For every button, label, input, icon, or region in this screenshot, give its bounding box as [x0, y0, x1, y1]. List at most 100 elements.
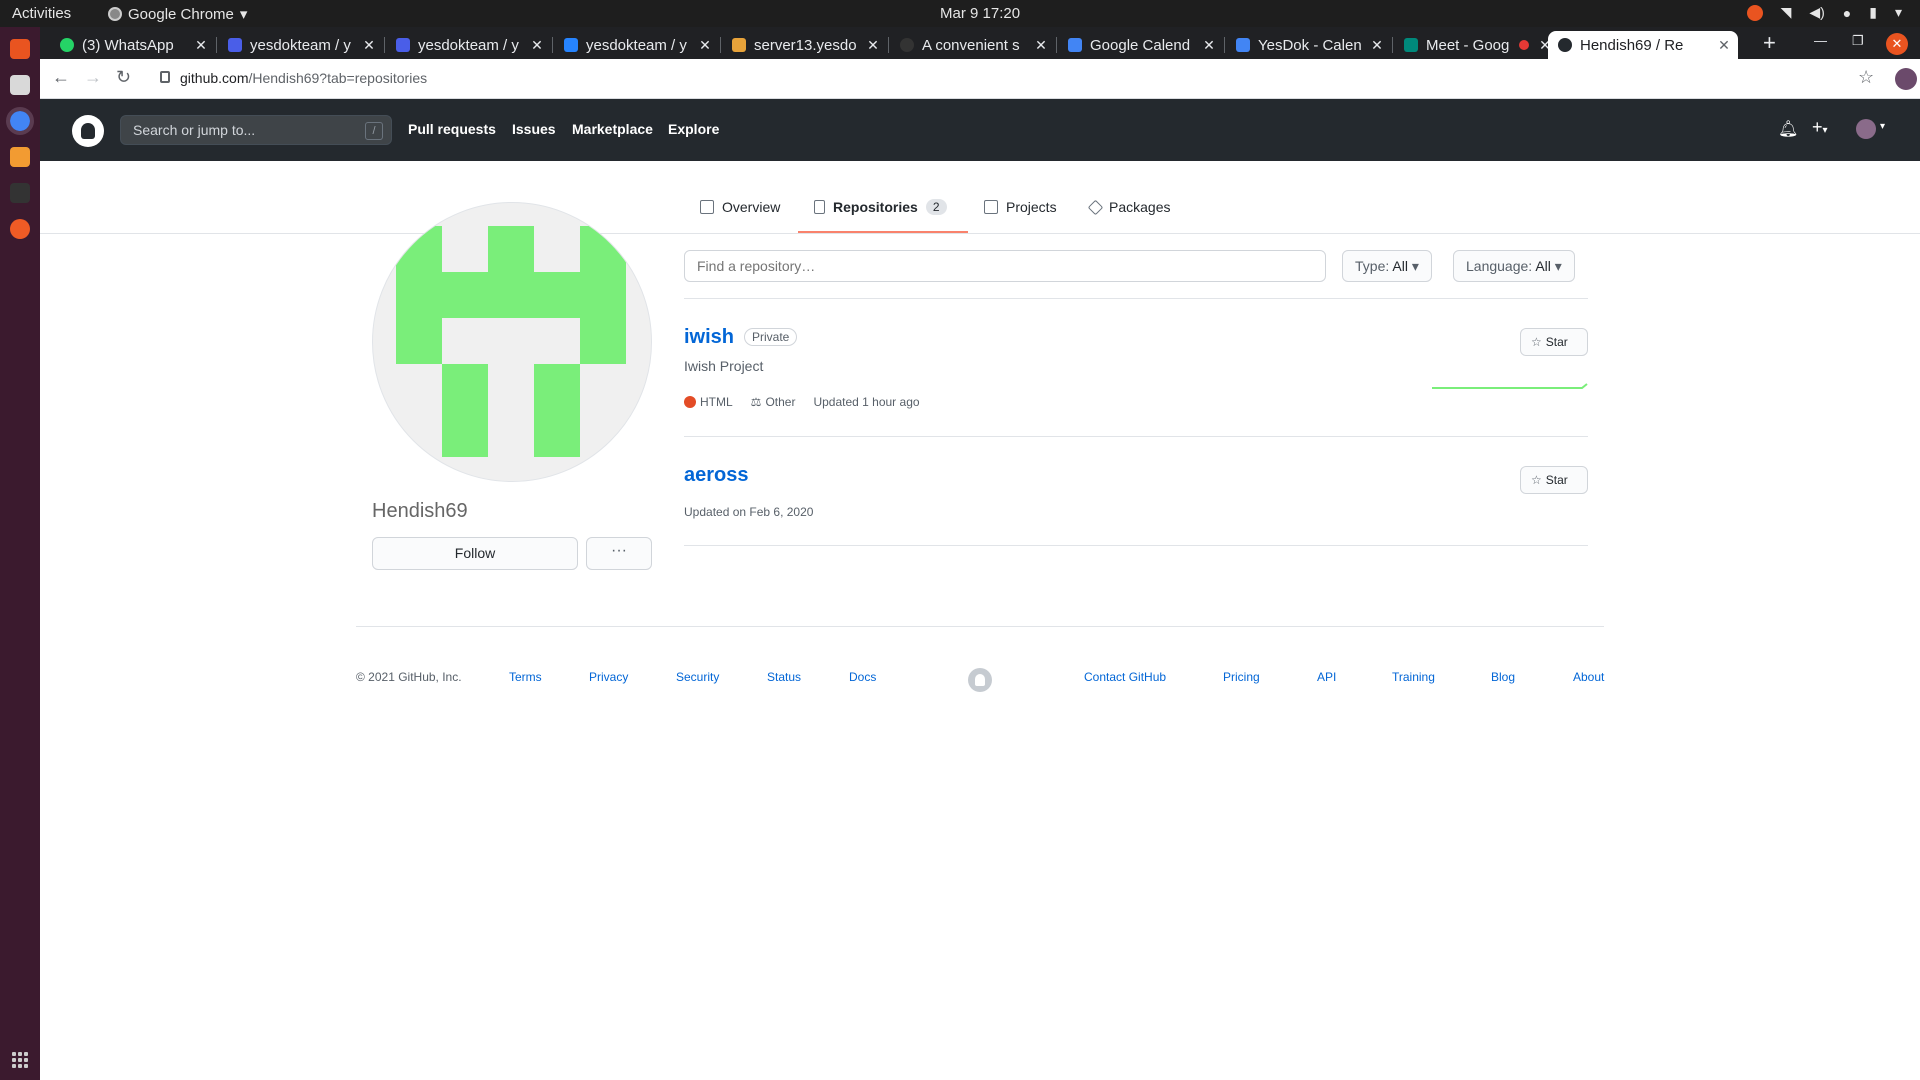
power-menu-icon[interactable]: ▾ [1895, 4, 1902, 21]
browser-tab[interactable]: (3) WhatsApp ✕ [50, 31, 215, 59]
footer-link-about[interactable]: About [1573, 670, 1604, 684]
browser-tab[interactable]: Google Calend ✕ [1058, 31, 1223, 59]
language-filter-dropdown[interactable]: Language: All ▾ [1453, 250, 1575, 282]
nav-marketplace[interactable]: Marketplace [572, 121, 653, 137]
postman-icon[interactable] [10, 219, 30, 239]
caret-down-icon: ▾ [1554, 258, 1562, 274]
browser-tab[interactable]: Meet - Goog ✕ [1394, 31, 1559, 59]
tab-label: Repositories [833, 199, 918, 215]
star-button[interactable]: ☆ Star [1520, 466, 1588, 494]
close-tab-icon[interactable]: ✕ [529, 37, 545, 54]
back-button[interactable]: ← [52, 67, 70, 88]
footer-link-api[interactable]: API [1317, 670, 1336, 684]
browser-tab[interactable]: yesdokteam / y ✕ [218, 31, 383, 59]
chrome-icon [108, 7, 122, 21]
close-tab-icon[interactable]: ✕ [865, 37, 881, 54]
browser-tab[interactable]: YesDok - Calen ✕ [1226, 31, 1391, 59]
profile-avatar[interactable] [1895, 68, 1917, 90]
close-tab-icon[interactable]: ✕ [1716, 37, 1732, 54]
browser-tab[interactable]: server13.yesdo ✕ [722, 31, 887, 59]
clock[interactable]: Mar 9 17:20 [940, 5, 1020, 22]
close-tab-icon[interactable]: ✕ [1033, 37, 1049, 54]
sublime-text-icon[interactable] [10, 147, 30, 167]
chrome-dock-icon[interactable] [6, 107, 34, 135]
search-input[interactable]: Search or jump to... / [120, 115, 392, 145]
microphone-icon[interactable]: ● [1843, 5, 1851, 21]
footer-link-status[interactable]: Status [767, 670, 801, 684]
wifi-icon[interactable]: ◥ [1781, 4, 1792, 21]
minimize-icon[interactable]: — [1814, 33, 1827, 48]
restore-icon[interactable]: ❐ [1852, 33, 1864, 49]
screen-record-icon[interactable] [1746, 4, 1763, 21]
repo-link-iwish[interactable]: iwish [684, 326, 734, 349]
repo-meta: HTML ⚖ Other Updated 1 hour ago [684, 395, 920, 409]
footer-link-terms[interactable]: Terms [509, 670, 542, 684]
caret-down-icon: ▾ [1411, 258, 1419, 274]
follow-button[interactable]: Follow [372, 537, 578, 570]
app-menu[interactable]: Google Chrome ▾ [108, 5, 247, 23]
url-path: /Hendish69?tab=repositories [248, 70, 428, 86]
reload-button[interactable]: ↻ [116, 67, 131, 88]
close-tab-icon[interactable]: ✕ [1201, 37, 1217, 54]
close-tab-icon[interactable]: ✕ [697, 37, 713, 54]
activities-button[interactable]: Activities [12, 5, 71, 22]
repo-license[interactable]: ⚖ Other [751, 395, 796, 409]
user-avatar[interactable] [1856, 119, 1876, 139]
lock-icon[interactable] [160, 71, 170, 83]
footer-link-contact[interactable]: Contact GitHub [1084, 670, 1166, 684]
bookmark-star-icon[interactable]: ☆ [1858, 67, 1874, 88]
nav-issues[interactable]: Issues [512, 121, 556, 137]
system-tray[interactable]: ◥ ◀) ● ▮ ▾ [1746, 4, 1902, 21]
find-repository-input[interactable] [684, 250, 1326, 282]
volume-icon[interactable]: ◀) [1809, 4, 1824, 21]
profile-avatar-large[interactable] [372, 202, 652, 482]
home-folder-icon[interactable] [10, 39, 30, 59]
repo-link-aeross[interactable]: aeross [684, 464, 749, 487]
tab-repositories[interactable]: Repositories 2 [814, 199, 947, 215]
footer-copyright: © 2021 GitHub, Inc. [356, 670, 462, 684]
tab-packages[interactable]: Packages [1087, 199, 1170, 215]
footer-link-blog[interactable]: Blog [1491, 670, 1515, 684]
show-applications-icon[interactable] [12, 1052, 28, 1068]
footer-link-training[interactable]: Training [1392, 670, 1435, 684]
notifications-bell-icon[interactable]: 🔔︎ [1778, 119, 1798, 139]
github-logo-icon[interactable] [968, 668, 992, 692]
footer-link-privacy[interactable]: Privacy [589, 670, 628, 684]
tab-overview[interactable]: Overview [700, 199, 780, 215]
browser-tab-active[interactable]: Hendish69 / Re ✕ [1548, 31, 1738, 59]
repo-count-badge: 2 [925, 199, 947, 215]
battery-icon[interactable]: ▮ [1869, 4, 1877, 21]
browser-tab[interactable]: yesdokteam / y ✕ [554, 31, 719, 59]
star-button[interactable]: ☆ Star [1520, 328, 1588, 356]
terminal-icon[interactable] [10, 183, 30, 203]
footer-link-pricing[interactable]: Pricing [1223, 670, 1260, 684]
star-icon: ☆ [1531, 473, 1542, 487]
tab-projects[interactable]: Projects [984, 199, 1057, 215]
nav-pull-requests[interactable]: Pull requests [408, 121, 496, 137]
create-new-plus-icon[interactable]: +▾ [1812, 117, 1828, 138]
type-filter-dropdown[interactable]: Type: All ▾ [1342, 250, 1432, 282]
close-tab-icon[interactable]: ✕ [361, 37, 377, 54]
more-options-button[interactable]: ··· [586, 537, 652, 570]
close-tab-icon[interactable]: ✕ [193, 37, 209, 54]
browser-tab[interactable]: yesdokteam / y ✕ [386, 31, 551, 59]
address-bar[interactable]: github.com/Hendish69?tab=repositories [180, 70, 427, 86]
forward-button[interactable]: → [84, 67, 102, 88]
server-favicon-icon [732, 38, 746, 52]
new-tab-button[interactable]: + [1763, 30, 1776, 56]
divider [684, 436, 1588, 437]
tab-title: Hendish69 / Re [1580, 36, 1684, 54]
profile-username: Hendish69 [372, 500, 468, 522]
footer-link-security[interactable]: Security [676, 670, 719, 684]
private-badge: Private [744, 328, 798, 346]
files-icon[interactable] [10, 75, 30, 95]
chevron-down-icon[interactable]: ▾ [1880, 121, 1885, 132]
browser-tab[interactable]: A convenient s ✕ [890, 31, 1055, 59]
github-logo-icon[interactable] [72, 115, 104, 147]
footer-link-docs[interactable]: Docs [849, 670, 876, 684]
nav-explore[interactable]: Explore [668, 121, 719, 137]
tab-label: Projects [1006, 199, 1057, 215]
whatsapp-favicon-icon [60, 38, 74, 52]
close-window-button[interactable]: ✕ [1886, 33, 1908, 55]
close-tab-icon[interactable]: ✕ [1369, 37, 1385, 54]
